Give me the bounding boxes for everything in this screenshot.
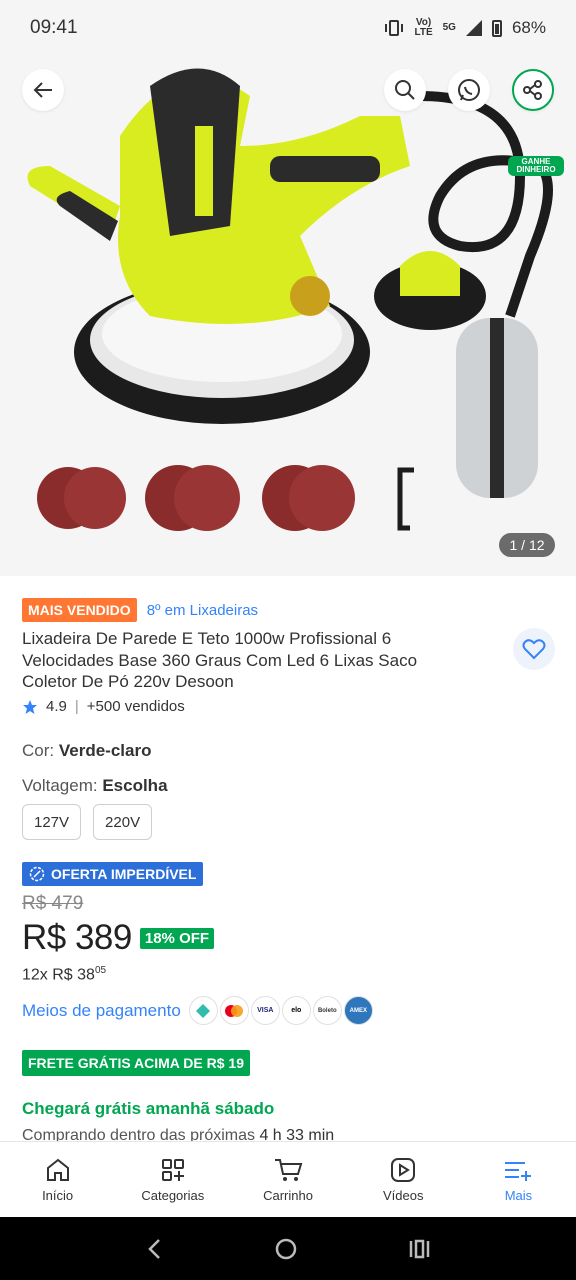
vibrate-icon	[385, 20, 404, 36]
video-icon	[391, 1158, 416, 1182]
status-bar: 09:41 Vo) LTE 5G 68%	[0, 0, 576, 56]
5g-indicator: 5G	[442, 22, 456, 33]
search-button[interactable]	[384, 69, 426, 111]
back-button[interactable]	[22, 69, 64, 111]
payment-methods-link[interactable]: Meios de pagamento	[22, 1001, 181, 1021]
share-button[interactable]	[512, 69, 554, 111]
star-icon	[23, 699, 37, 714]
whatsapp-share-button[interactable]	[448, 69, 490, 111]
signal-icon	[465, 20, 482, 36]
discount-icon	[29, 866, 45, 882]
rating-value: 4.9	[46, 698, 67, 715]
deal-badge: OFERTA IMPERDÍVEL	[22, 862, 204, 886]
voltage-label: Voltagem:	[22, 776, 103, 795]
voltage-options: 127V 220V	[22, 804, 153, 840]
nav-recents-icon[interactable]	[407, 1237, 431, 1261]
tab-more[interactable]: Mais	[461, 1142, 576, 1217]
installments: 12x R$ 3805	[22, 965, 107, 984]
menu-plus-icon	[505, 1162, 532, 1181]
visa-icon: VISA	[250, 996, 280, 1025]
volte-indicator: Vo) LTE	[414, 17, 433, 38]
free-shipping-badge: FRETE GRÁTIS ACIMA DE R$ 19	[22, 1050, 250, 1076]
price-row: R$ 389 18% OFF	[22, 918, 215, 958]
tab-cart[interactable]: Carrinho	[230, 1142, 345, 1217]
voltage-value: Escolha	[102, 776, 168, 795]
current-price: R$ 389	[22, 918, 132, 957]
status-time: 09:41	[30, 17, 78, 38]
rating-row[interactable]: 4.9 | +500 vendidos	[22, 698, 185, 715]
color-label: Cor:	[22, 741, 59, 760]
home-icon	[46, 1158, 69, 1181]
nav-home-icon[interactable]	[274, 1237, 298, 1261]
whatsapp-icon	[458, 79, 480, 101]
arrival-text: Chegará grátis amanhã sábado	[22, 1099, 275, 1118]
bottom-tab-bar: Início Categorias Carrinho Vídeos Mais	[0, 1141, 576, 1217]
amex-icon: AMEX	[343, 996, 373, 1025]
color-row: Cor: Verde-claro	[22, 741, 151, 761]
old-price: R$ 479	[22, 893, 84, 914]
best-seller-badge: MAIS VENDIDO	[22, 598, 137, 622]
deal-badge-label: OFERTA IMPERDÍVEL	[51, 866, 197, 882]
product-title: Lixadeira De Parede E Teto 1000w Profiss…	[22, 629, 418, 691]
color-value: Verde-claro	[58, 741, 152, 760]
favorite-button[interactable]	[513, 628, 555, 670]
pix-icon	[188, 996, 218, 1025]
boleto-icon: Boleto	[312, 996, 342, 1025]
nav-back-icon[interactable]	[145, 1237, 165, 1261]
deadline-text: Comprando dentro das próximas 4 h 33 min	[22, 1127, 335, 1141]
payment-icons: VISA elo Boleto AMEX	[188, 996, 373, 1025]
status-icons: Vo) LTE 5G 68%	[384, 18, 546, 38]
system-navigation-bar	[0, 1217, 576, 1280]
product-image-gallery[interactable]: GANHE DINHEIRO 1 / 12	[0, 56, 576, 576]
heart-icon	[522, 639, 546, 660]
battery-level: 68%	[511, 18, 546, 37]
earn-money-badge: GANHE DINHEIRO	[508, 156, 564, 176]
payment-methods-row[interactable]: Meios de pagamento VISA elo Boleto AMEX	[22, 996, 373, 1025]
tab-videos[interactable]: Vídeos	[346, 1142, 461, 1217]
rating-separator: |	[74, 698, 79, 715]
share-icon	[523, 80, 542, 100]
image-counter: 1 / 12	[499, 533, 555, 557]
arrow-left-icon	[33, 82, 52, 98]
product-image	[27, 68, 553, 531]
mastercard-icon	[219, 996, 249, 1025]
tab-home[interactable]: Início	[0, 1142, 115, 1217]
battery-icon	[491, 19, 502, 37]
sold-count: +500 vendidos	[86, 698, 185, 715]
discount-badge: 18% OFF	[139, 927, 215, 949]
categories-icon	[161, 1159, 184, 1181]
voltage-option-127v[interactable]: 127V	[22, 804, 82, 840]
search-icon	[395, 80, 415, 100]
elo-icon: elo	[281, 996, 311, 1025]
product-badges: MAIS VENDIDO 8º em Lixadeiras	[22, 598, 554, 622]
category-rank-link[interactable]: 8º em Lixadeiras	[147, 602, 258, 619]
voltage-row: Voltagem: Escolha	[22, 776, 168, 796]
cart-icon	[275, 1159, 303, 1181]
voltage-option-220v[interactable]: 220V	[93, 804, 153, 840]
tab-categories[interactable]: Categorias	[115, 1142, 230, 1217]
